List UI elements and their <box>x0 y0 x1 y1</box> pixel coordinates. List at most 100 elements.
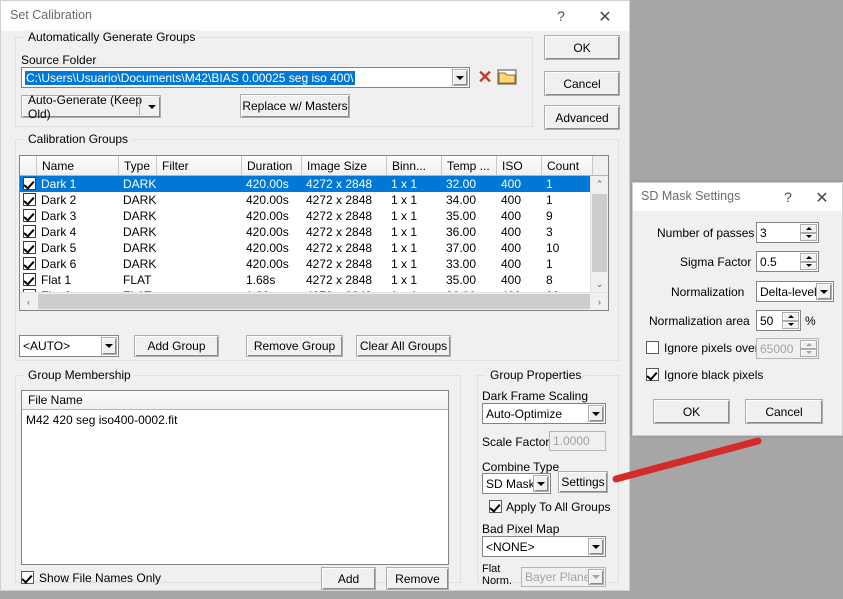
table-row[interactable]: Dark 5 DARK 420.00s 4272 x 2848 1 x 1 37.00 40… <box>20 240 591 256</box>
list-item[interactable]: M42 420 seg iso400-0002.fit <box>26 413 177 427</box>
remove-file-button[interactable]: Remove <box>386 567 449 590</box>
row-checkbox[interactable] <box>23 257 36 270</box>
chevron-down-icon[interactable] <box>533 475 549 492</box>
sd-ok-button[interactable]: OK <box>653 399 730 424</box>
column-header-count[interactable]: Count <box>542 156 593 175</box>
column-header-type[interactable]: Type <box>119 156 157 175</box>
column-header-binn[interactable]: Binn... <box>387 156 442 175</box>
add-group-button[interactable]: Add Group <box>134 335 219 357</box>
cell-type: DARK <box>123 257 157 271</box>
stepper-up-icon[interactable] <box>800 224 817 233</box>
source-folder-input[interactable]: C:\Users\Usuario\Documents\M42\BIAS 0.00… <box>21 67 470 88</box>
ok-button[interactable]: OK <box>544 35 620 60</box>
cell-duration: 420.00s <box>246 225 289 239</box>
sigma-factor-stepper[interactable]: 0.5 <box>756 251 819 272</box>
chevron-down-icon[interactable] <box>588 538 604 555</box>
row-checkbox[interactable] <box>23 225 36 238</box>
cell-filter <box>161 240 242 256</box>
table-row[interactable]: Dark 1 DARK 420.00s 4272 x 2848 1 x 1 32.00 40… <box>20 176 591 192</box>
help-icon[interactable]: ? <box>772 183 804 211</box>
table-row[interactable]: Dark 2 DARK 420.00s 4272 x 2848 1 x 1 34.00 40… <box>20 192 591 208</box>
close-icon[interactable]: ✕ <box>585 1 625 31</box>
cell-type: FLAT <box>123 273 152 287</box>
sd-cancel-button[interactable]: Cancel <box>745 399 823 424</box>
scroll-down-icon[interactable]: ⌄ <box>591 276 608 293</box>
column-header-filter[interactable]: Filter <box>157 156 242 175</box>
flat-norm-combo[interactable]: Bayer Planes <box>521 567 606 587</box>
scroll-up-icon[interactable]: ⌃ <box>591 176 608 193</box>
normalization-combo[interactable]: Delta-level <box>756 281 834 302</box>
chevron-down-icon[interactable] <box>101 337 117 355</box>
remove-group-button[interactable]: Remove Group <box>246 335 343 357</box>
chevron-down-icon[interactable] <box>452 69 468 86</box>
stepper-down-icon[interactable] <box>800 261 817 270</box>
add-file-button[interactable]: Add <box>321 567 376 590</box>
normalization-label: Normalization <box>671 285 745 299</box>
stepper-up-icon[interactable] <box>800 253 817 262</box>
row-checkbox[interactable] <box>23 177 36 190</box>
clear-path-icon[interactable]: ✕ <box>474 65 496 89</box>
ignore-pixels-over-stepper[interactable]: 65000 <box>756 338 819 359</box>
stepper-down-icon[interactable] <box>782 320 799 329</box>
row-checkbox[interactable] <box>23 209 36 222</box>
stepper-up-icon[interactable] <box>782 312 799 321</box>
table-row[interactable]: Dark 6 DARK 420.00s 4272 x 2848 1 x 1 33.00 40… <box>20 256 591 272</box>
vertical-scrollbar[interactable]: ⌃ ⌄ <box>590 176 608 293</box>
table-header: Name Type Filter Duration Image Size Binn... T… <box>20 156 608 176</box>
chevron-down-icon[interactable] <box>148 96 156 117</box>
dark-frame-scaling-combo[interactable]: Auto-Optimize <box>482 403 606 424</box>
apply-to-all-groups-checkbox[interactable] <box>489 500 502 513</box>
clear-all-groups-button[interactable]: Clear All Groups <box>356 335 451 357</box>
stepper-down-icon[interactable] <box>800 348 817 357</box>
close-icon[interactable]: ✕ <box>806 183 838 211</box>
source-folder-label: Source Folder <box>21 53 97 67</box>
cell-type: DARK <box>123 193 157 207</box>
cell-temp: 34.00 <box>446 193 477 207</box>
chevron-down-icon[interactable] <box>816 283 832 300</box>
horizontal-scroll-thumb[interactable] <box>38 294 590 309</box>
show-file-names-only-checkbox[interactable] <box>21 571 34 584</box>
cell-filter <box>161 224 242 240</box>
calibration-groups-table[interactable]: Name Type Filter Duration Image Size Binn... T… <box>19 155 609 311</box>
vertical-scroll-thumb[interactable] <box>592 194 607 272</box>
replace-with-masters-button[interactable]: Replace w/ Masters <box>240 94 350 118</box>
column-header-check[interactable] <box>20 156 37 175</box>
column-header-duration[interactable]: Duration <box>242 156 302 175</box>
browse-folder-icon[interactable] <box>495 66 519 88</box>
stepper-up-icon[interactable] <box>800 340 817 349</box>
column-header-iso[interactable]: ISO <box>497 156 542 175</box>
ignore-black-pixels-checkbox[interactable] <box>646 368 659 381</box>
row-checkbox[interactable] <box>23 193 36 206</box>
row-checkbox[interactable] <box>23 241 36 254</box>
stepper-down-icon[interactable] <box>800 232 817 241</box>
auto-generate-mode-combo[interactable]: Auto-Generate (Keep Old) <box>21 93 161 121</box>
scroll-left-icon[interactable]: ‹ <box>20 293 37 310</box>
file-list[interactable]: File Name M42 420 seg iso400-0002.fit <box>21 390 449 565</box>
row-checkbox[interactable] <box>23 273 36 286</box>
column-header-temp[interactable]: Temp ... <box>442 156 497 175</box>
cancel-button[interactable]: Cancel <box>544 71 620 96</box>
scale-factor-field[interactable]: 1.0000 <box>549 431 606 451</box>
advanced-button[interactable]: Advanced <box>544 105 620 130</box>
ignore-pixels-over-checkbox[interactable] <box>646 341 659 354</box>
cell-iso: 400 <box>501 241 522 255</box>
number-of-passes-stepper[interactable]: 3 <box>756 222 819 243</box>
group-type-combo[interactable]: <AUTO> <box>19 335 119 357</box>
table-row[interactable]: Dark 3 DARK 420.00s 4272 x 2848 1 x 1 35.00 40… <box>20 208 591 224</box>
cell-temp: 32.00 <box>446 177 477 191</box>
column-header-image-size[interactable]: Image Size <box>302 156 387 175</box>
combine-type-value: SD Mask <box>486 476 535 491</box>
sd-mask-settings-button[interactable]: Settings <box>558 471 608 493</box>
file-name-column-header: File Name <box>22 391 448 410</box>
combine-type-combo[interactable]: SD Mask <box>482 473 551 494</box>
bad-pixel-map-combo[interactable]: <NONE> <box>482 536 606 557</box>
table-row[interactable]: Flat 1 FLAT 1.68s 4272 x 2848 1 x 1 35.00 400 8 <box>20 272 591 288</box>
horizontal-scrollbar[interactable]: ‹ › <box>20 292 608 310</box>
scroll-right-icon[interactable]: › <box>591 293 608 310</box>
chevron-down-icon[interactable] <box>588 569 604 585</box>
column-header-name[interactable]: Name <box>37 156 119 175</box>
table-row[interactable]: Dark 4 DARK 420.00s 4272 x 2848 1 x 1 36.00 40… <box>20 224 591 240</box>
chevron-down-icon[interactable] <box>588 405 604 422</box>
normalization-area-stepper[interactable]: 50 <box>756 310 801 331</box>
help-icon[interactable]: ? <box>541 1 581 31</box>
